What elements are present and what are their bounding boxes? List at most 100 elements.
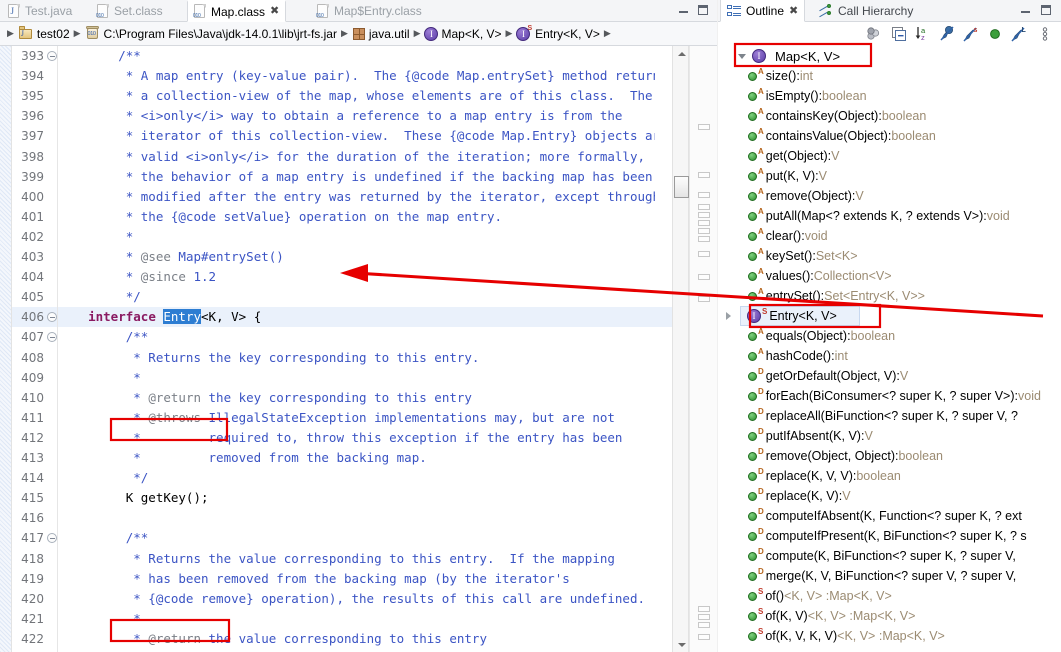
line-number: 409 [21,370,44,385]
fold-collapse-icon[interactable] [47,312,57,323]
breadcrumb-item-package[interactable]: java.util [352,27,410,41]
public-method-icon [748,411,757,421]
outline-member-return-type: V [855,189,864,203]
line-number: 407 [21,330,44,345]
member-modifier-badge: A [758,227,764,236]
editor-tab-set-class[interactable]: 010 Set.class [91,0,169,22]
code-line: * @return the key corresponding to this … [58,389,472,405]
member-modifier-badge: A [758,267,764,276]
breadcrumb-separator: ▶ [413,28,421,38]
tab-call-hierarchy[interactable]: Call Hierarchy [812,0,919,22]
outline-member-return-type: V [864,429,873,443]
outline-tree[interactable]: I Map<K, V> Asize() : int AisEmpty() : bool… [718,46,1061,652]
outline-member-row[interactable]: Aremove(Object) : V [718,186,1061,206]
outline-member-row[interactable]: DcomputeIfPresent(K, BiFunction<? super … [718,526,1061,546]
editor-tab-map-class[interactable]: 010 Map.class ✖ [187,0,287,22]
maximize-icon[interactable] [1039,4,1053,17]
editor-vertical-scrollbar[interactable] [672,46,689,652]
scroll-down-arrow-icon[interactable] [673,637,690,652]
outline-member-row[interactable]: Dcompute(K, BiFunction<? super K, ? supe… [718,546,1061,566]
breadcrumb-label: Entry<K, V> [535,26,600,41]
outline-member-row[interactable]: Avalues() : Collection<V> [718,266,1061,286]
editor-tab-test-java[interactable]: J Test.java [2,0,78,22]
outline-member-row[interactable]: DputIfAbsent(K, V) : V [718,426,1061,446]
code-line: * @throws IllegalStateException implemen… [58,409,615,425]
line-number: 418 [21,551,44,566]
outline-member-label: computeIfAbsent(K, Function<? super K, ?… [765,509,1022,523]
outline-member-row[interactable]: Dremove(Object, Object) : boolean [718,446,1061,466]
outline-member-row[interactable]: Aput(K, V) : V [718,166,1061,186]
breadcrumb-item-jar[interactable]: 010 C:\Program Files\Java\jdk-14.0.1\lib… [85,26,337,41]
line-number: 411 [21,410,44,425]
outline-member-row[interactable]: Aclear() : void [718,226,1061,246]
member-modifier-badge: A [758,107,764,116]
folding-gutter[interactable] [46,46,58,652]
sort-icon[interactable]: a z [914,25,932,43]
chevron-down-icon[interactable] [738,53,746,59]
collapse-all-icon[interactable] [890,25,908,43]
outline-member-row[interactable]: Aequals(Object) : boolean [718,326,1061,346]
minimize-icon[interactable] [677,4,691,17]
fold-collapse-icon[interactable] [47,533,57,544]
fold-collapse-icon[interactable] [47,332,57,343]
member-modifier-badge: D [758,387,764,396]
chevron-right-icon[interactable] [726,312,731,320]
view-menu-icon[interactable] [1036,25,1054,43]
outline-member-row[interactable]: AcontainsKey(Object) : boolean [718,106,1061,126]
outline-member-row[interactable]: AkeySet() : Set<K> [718,246,1061,266]
outline-member-row[interactable]: DcomputeIfAbsent(K, Function<? super K, … [718,506,1061,526]
outline-member-row[interactable]: Dmerge(K, V, BiFunction<? super V, ? sup… [718,566,1061,586]
outline-member-row[interactable]: Sof(K, V) <K, V> : Map<K, V> [718,606,1061,626]
hide-non-public-members-icon[interactable] [986,25,1004,43]
outline-member-generics: <K, V> : [807,609,853,623]
close-icon[interactable]: ✖ [270,6,279,17]
outline-member-row[interactable]: DreplaceAll(BiFunction<? super K, ? supe… [718,406,1061,426]
minimize-icon[interactable] [1019,4,1033,17]
outline-member-row[interactable]: DforEach(BiConsumer<? super K, ? super V… [718,386,1061,406]
tab-label: Outline [746,3,785,18]
outline-member-row[interactable]: Dreplace(K, V) : V [718,486,1061,506]
breadcrumb-item-type-map[interactable]: Map<K, V> [424,26,502,41]
outline-member-row[interactable]: I S Entry<K, V> [740,306,860,326]
editor-tab-map-entry-class[interactable]: 010 Map$Entry.class [311,0,428,22]
public-method-icon [748,471,757,481]
outline-member-row[interactable]: AentrySet() : Set<Entry<K, V>> [718,286,1061,306]
outline-member-row[interactable]: DgetOrDefault(Object, V) : V [718,366,1061,386]
scroll-up-arrow-icon[interactable] [673,46,690,61]
outline-member-label: remove(Object) [765,189,852,203]
outline-member-row[interactable]: AisEmpty() : boolean [718,86,1061,106]
breadcrumb-separator: ▶ [603,28,611,38]
member-modifier-badge: S [758,627,764,636]
maximize-icon[interactable] [696,4,710,17]
tab-outline[interactable]: Outline ✖ [720,0,806,22]
outline-member-row[interactable]: Aget(Object) : V [718,146,1061,166]
breadcrumb-item-type-entry[interactable]: S Entry<K, V> [516,25,600,41]
interface-icon [424,26,439,41]
outline-root-item[interactable]: I Map<K, V> [718,46,1061,66]
scrollbar-thumb[interactable] [674,176,689,198]
hide-local-types-icon[interactable]: L [1010,25,1028,43]
outline-member-row[interactable]: AcontainsValue(Object) : boolean [718,126,1061,146]
close-icon[interactable]: ✖ [789,4,798,17]
outline-member-row[interactable]: Sof(K, V, K, V) <K, V> : Map<K, V> [718,626,1061,646]
outline-member-row[interactable]: AputAll(Map<? extends K, ? extends V>) :… [718,206,1061,226]
outline-member-row[interactable]: Dreplace(K, V, V) : boolean [718,466,1061,486]
hide-static-members-icon[interactable]: s [962,25,980,43]
focus-on-active-task-icon[interactable] [865,25,883,43]
editor-body[interactable]: 393 394 395 396 397 398 399 400 401 402 403 404 405 4… [0,46,717,652]
hide-fields-icon[interactable] [938,25,956,43]
breadcrumb-item-project[interactable]: J test02 [18,26,70,41]
member-modifier-badge: A [758,127,764,136]
overview-ruler[interactable] [689,46,717,652]
outline-member-row[interactable]: AhashCode() : int [718,346,1061,366]
class-file-icon: 010 [193,4,207,19]
outline-member-row[interactable]: Asize() : int [718,66,1061,86]
outline-member-label: containsValue(Object) [765,129,888,143]
svg-text:z: z [921,33,925,42]
outline-member-return-type: Map<K, V> [882,629,945,643]
fold-collapse-icon[interactable] [47,51,57,61]
outline-member-row[interactable]: Sof() <K, V> : Map<K, V> [718,586,1061,606]
member-modifier-badge: D [758,467,764,476]
code-text-area[interactable]: /** * A map entry (key-value pair). The … [58,46,655,652]
public-method-icon [748,511,757,521]
